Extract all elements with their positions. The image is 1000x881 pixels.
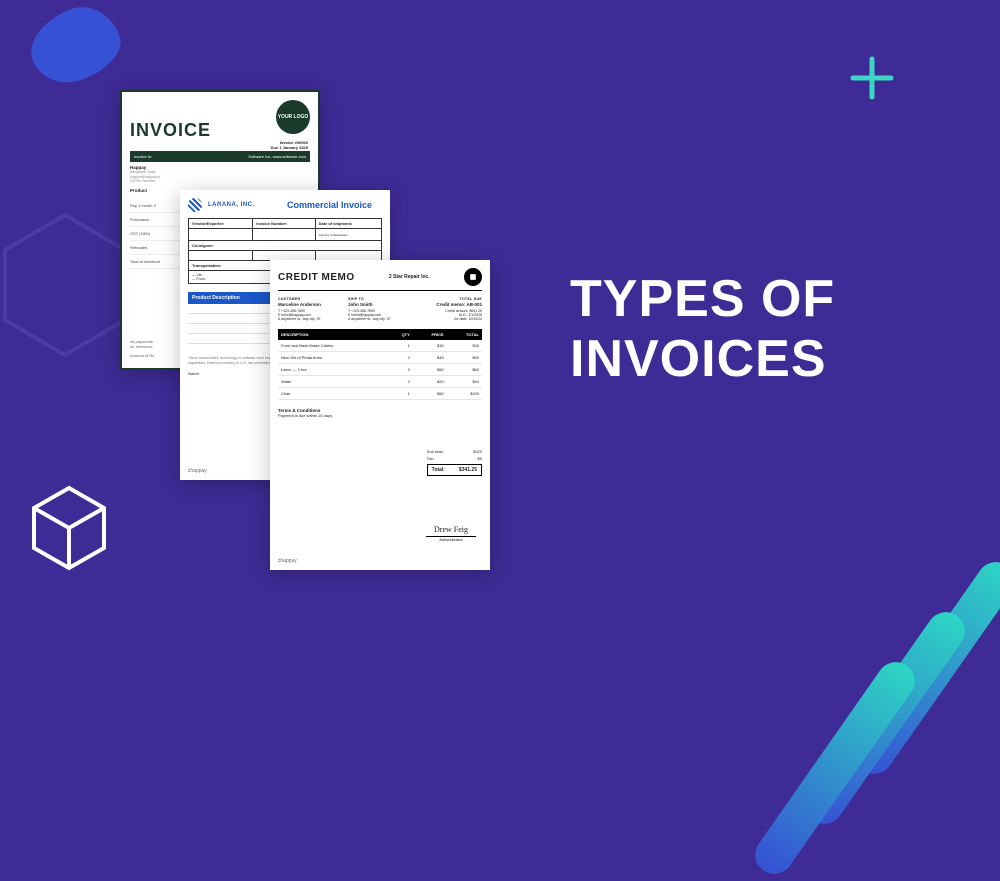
doc3-col-label: SHIP TO <box>348 297 412 301</box>
table-row: Labor — 3 hrs3$50$60 <box>278 364 482 376</box>
doc3-tax-value: $0 <box>478 456 482 461</box>
doc3-terms: Terms & Conditions Payment is due within… <box>278 408 482 418</box>
doc2-th: Invoice Number: <box>253 219 315 229</box>
doc2-trans: — From: <box>192 277 206 281</box>
doc3-subtotal-value: $320 <box>473 449 482 454</box>
document-stack: YOUR LOGO INVOICE Invoice #00000 Due 1 J… <box>120 90 520 610</box>
page-title: TYPES OF INVOICES <box>570 270 835 390</box>
doc1-foot-line: Amount of Rs <box>130 353 154 358</box>
doc3-company: 2 Star Repair Inc. <box>389 274 430 280</box>
credit-memo-document: CREDIT MEMO 2 Star Repair Inc. CUSTOMER … <box>270 260 490 570</box>
doc3-meta: Inv date: 10/10/24 <box>418 317 482 321</box>
plus-icon <box>849 55 895 101</box>
headline-line-2: INVOICES <box>570 330 835 390</box>
doc3-sig-role: Administrator <box>426 537 476 542</box>
doc3-total-label: Total: <box>432 467 445 473</box>
doc3-th: TOTAL <box>447 329 482 340</box>
doc3-contact: A anywhere st., any city, ST <box>348 317 412 321</box>
doc3-col-label: CUSTOMER <box>278 297 342 301</box>
doc3-th: DESCRIPTION <box>278 329 386 340</box>
doc2-th: Date of shipment: <box>315 219 381 229</box>
doc3-subtotal-label: Sub total: <box>427 449 444 454</box>
table-row: Chair1$50$100 <box>278 388 482 400</box>
doc2-th: Vendor/Exporter: <box>189 219 253 229</box>
doc3-total-value: $341.25 <box>459 467 477 473</box>
stripe-shape <box>748 655 923 881</box>
doc3-col-label: TOTAL DUE <box>418 297 482 301</box>
doc3-totals: Sub total: $320 Tax: $0 Total: $341.25 <box>427 448 482 476</box>
table-row: Front and Back Brake Cables1$30$30 <box>278 340 482 352</box>
doc3-signature: Drew Feig Administrator <box>426 525 476 542</box>
doc2-company: LARANA, INC. <box>208 202 255 208</box>
doc1-foot-line: for reference <box>130 344 154 349</box>
table-row: Water2$20$40 <box>278 376 482 388</box>
doc2-header: LARANA, INC. Commercial Invoice <box>188 198 382 212</box>
doc2-title: Commercial Invoice <box>287 200 372 210</box>
cube-outline-icon <box>30 484 108 572</box>
doc3-sig-name: Drew Feig <box>426 525 476 537</box>
doc3-terms-body: Payment is due within 15 days. <box>278 413 482 418</box>
doc3-memo-num: Credit memo: AB-001 <box>418 302 482 307</box>
doc3-th: QTY <box>386 329 412 340</box>
doc3-title: CREDIT MEMO <box>278 272 355 283</box>
headline-line-1: TYPES OF <box>570 270 835 330</box>
doc3-contact: A anywhere st., any city, ST <box>278 317 342 321</box>
doc1-band-left: Invoice to: <box>134 154 152 159</box>
doc2-th: Consignee: <box>189 241 382 251</box>
brand-logo: ⦂⦂ happay <box>278 558 297 564</box>
doc1-band-right: Software Inc. www.software.com <box>248 154 306 159</box>
doc3-customer-name: Marceline Anderson <box>278 302 342 307</box>
brand-text: happay <box>190 468 206 474</box>
doc3-shipto-col: SHIP TO John Smith T +123-456-7890 E hel… <box>348 297 412 321</box>
diamond-stack-icon <box>464 268 482 286</box>
doc3-header: CREDIT MEMO 2 Star Repair Inc. <box>278 268 482 291</box>
logo-placeholder: YOUR LOGO <box>276 100 310 134</box>
doc3-total-col: TOTAL DUE Credit memo: AB-001 Credit amo… <box>418 297 482 321</box>
brand-logo: ⦂⦂ happay <box>188 468 207 474</box>
doc1-due-date: Due 1 January 2025 <box>271 145 308 150</box>
doc3-customer-col: CUSTOMER Marceline Anderson T +123-456-7… <box>278 297 342 321</box>
doc1-meta: Invoice #00000 Due 1 January 2025 <box>271 140 308 150</box>
doc1-band: Invoice to: Software Inc. www.software.c… <box>130 151 310 162</box>
hexagon-outline-icon <box>0 210 130 365</box>
doc3-th: PRICE <box>413 329 447 340</box>
doc3-tax-label: Tax: <box>427 456 434 461</box>
blob-shape <box>21 0 130 93</box>
doc1-footer: All payments for reference Amount of Rs <box>130 339 154 358</box>
table-row: New Set of Pedal Arms2$45$90 <box>278 352 482 364</box>
brand-text: happay <box>280 558 296 564</box>
doc3-items-table: DESCRIPTION QTY PRICE TOTAL Front and Ba… <box>278 329 482 400</box>
doc3-columns: CUSTOMER Marceline Anderson T +123-456-7… <box>278 297 482 321</box>
larana-logo-icon <box>188 198 202 212</box>
doc3-shipto-name: John Smith <box>348 302 412 307</box>
